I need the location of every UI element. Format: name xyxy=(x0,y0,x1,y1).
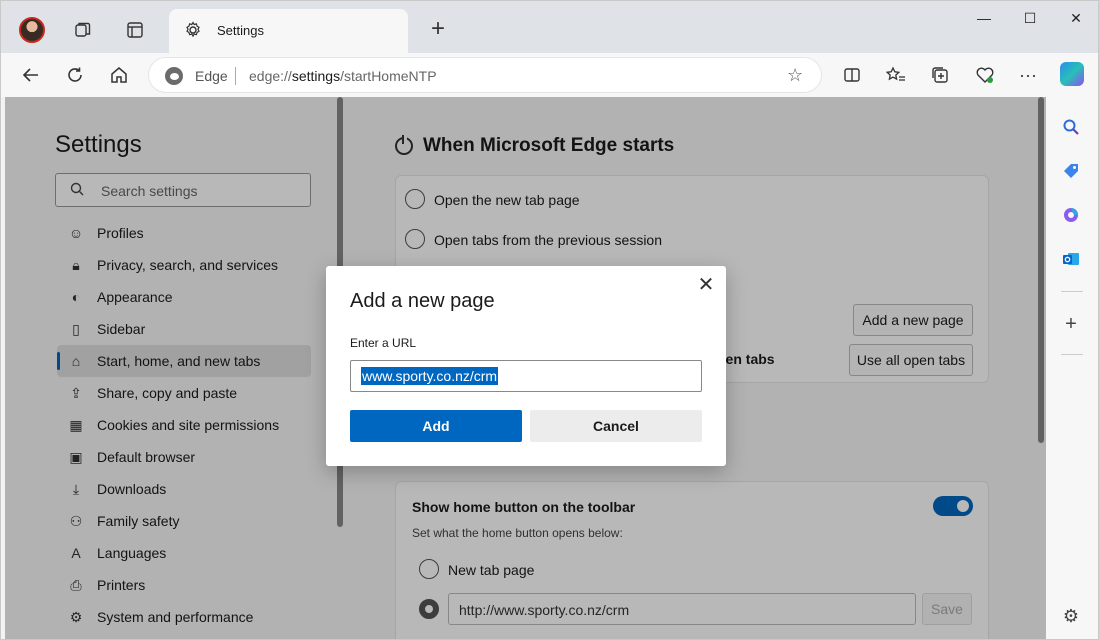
cancel-button[interactable]: Cancel xyxy=(530,410,702,442)
workspaces-icon[interactable] xyxy=(71,18,95,42)
url-text[interactable]: edge://settings/startHomeNTP xyxy=(249,68,437,84)
url-host: settings xyxy=(291,68,341,84)
site-name: Edge xyxy=(195,68,228,84)
dialog-title: Add a new page xyxy=(350,290,495,312)
address-divider xyxy=(235,67,236,85)
favorite-star-icon[interactable]: ☆ xyxy=(787,65,803,86)
tab-title: Settings xyxy=(217,23,264,38)
shopping-tag-icon[interactable] xyxy=(1060,160,1082,182)
browser-essentials-button[interactable] xyxy=(973,63,997,87)
tab-actions-icon[interactable] xyxy=(123,18,147,42)
gear-icon xyxy=(183,20,203,45)
more-options-icon[interactable]: ··· xyxy=(1016,63,1040,87)
copilot-icon[interactable] xyxy=(1060,62,1084,86)
title-bar: Settings + — ☐ ✕ xyxy=(0,0,1099,53)
add-page-dialog: Add a new page ✕ Enter a URL www.sporty.… xyxy=(326,266,726,466)
edge-logo-icon xyxy=(165,67,183,85)
new-tab-button[interactable]: + xyxy=(425,17,451,43)
search-sidebar-icon[interactable] xyxy=(1060,116,1082,138)
microsoft-365-icon[interactable] xyxy=(1060,204,1082,226)
sidebar-divider xyxy=(1061,354,1083,355)
sidebar-settings-gear-icon[interactable]: ⚙ xyxy=(1060,605,1082,627)
minimize-button[interactable]: — xyxy=(961,10,1007,36)
close-window-button[interactable]: ✕ xyxy=(1053,10,1099,36)
sidebar-divider xyxy=(1061,291,1083,292)
url-input-value: www.sporty.co.nz/crm xyxy=(361,367,499,385)
url-input[interactable]: www.sporty.co.nz/crm xyxy=(350,360,702,392)
url-field-label: Enter a URL xyxy=(350,336,417,350)
split-screen-icon xyxy=(844,68,860,82)
profile-avatar[interactable] xyxy=(19,17,45,43)
edge-sidebar: + ⚙ xyxy=(1046,97,1099,640)
maximize-button[interactable]: ☐ xyxy=(1007,10,1053,36)
dialog-close-icon[interactable]: ✕ xyxy=(694,274,718,298)
favorites-button[interactable] xyxy=(884,63,908,87)
tab-settings[interactable]: Settings xyxy=(169,9,408,53)
collections-button[interactable] xyxy=(928,63,952,87)
navigation-bar: Edge edge://settings/startHomeNTP ☆ ··· xyxy=(0,53,1099,97)
home-icon xyxy=(111,67,127,83)
heart-pulse-icon xyxy=(976,67,994,83)
refresh-icon xyxy=(68,67,82,82)
url-path: /startHomeNTP xyxy=(340,68,437,84)
home-button[interactable] xyxy=(107,63,131,87)
back-arrow-icon xyxy=(22,68,38,82)
add-button[interactable]: Add xyxy=(350,410,522,442)
collections-icon xyxy=(932,67,948,83)
refresh-button[interactable] xyxy=(63,63,87,87)
address-bar[interactable]: Edge edge://settings/startHomeNTP ☆ xyxy=(148,57,822,93)
outlook-icon[interactable] xyxy=(1060,248,1082,270)
add-sidebar-app-icon[interactable]: + xyxy=(1060,313,1082,335)
favorites-list-icon xyxy=(886,66,905,81)
split-screen-button[interactable] xyxy=(840,63,864,87)
url-scheme: edge:// xyxy=(249,68,292,84)
back-button[interactable] xyxy=(19,63,43,87)
